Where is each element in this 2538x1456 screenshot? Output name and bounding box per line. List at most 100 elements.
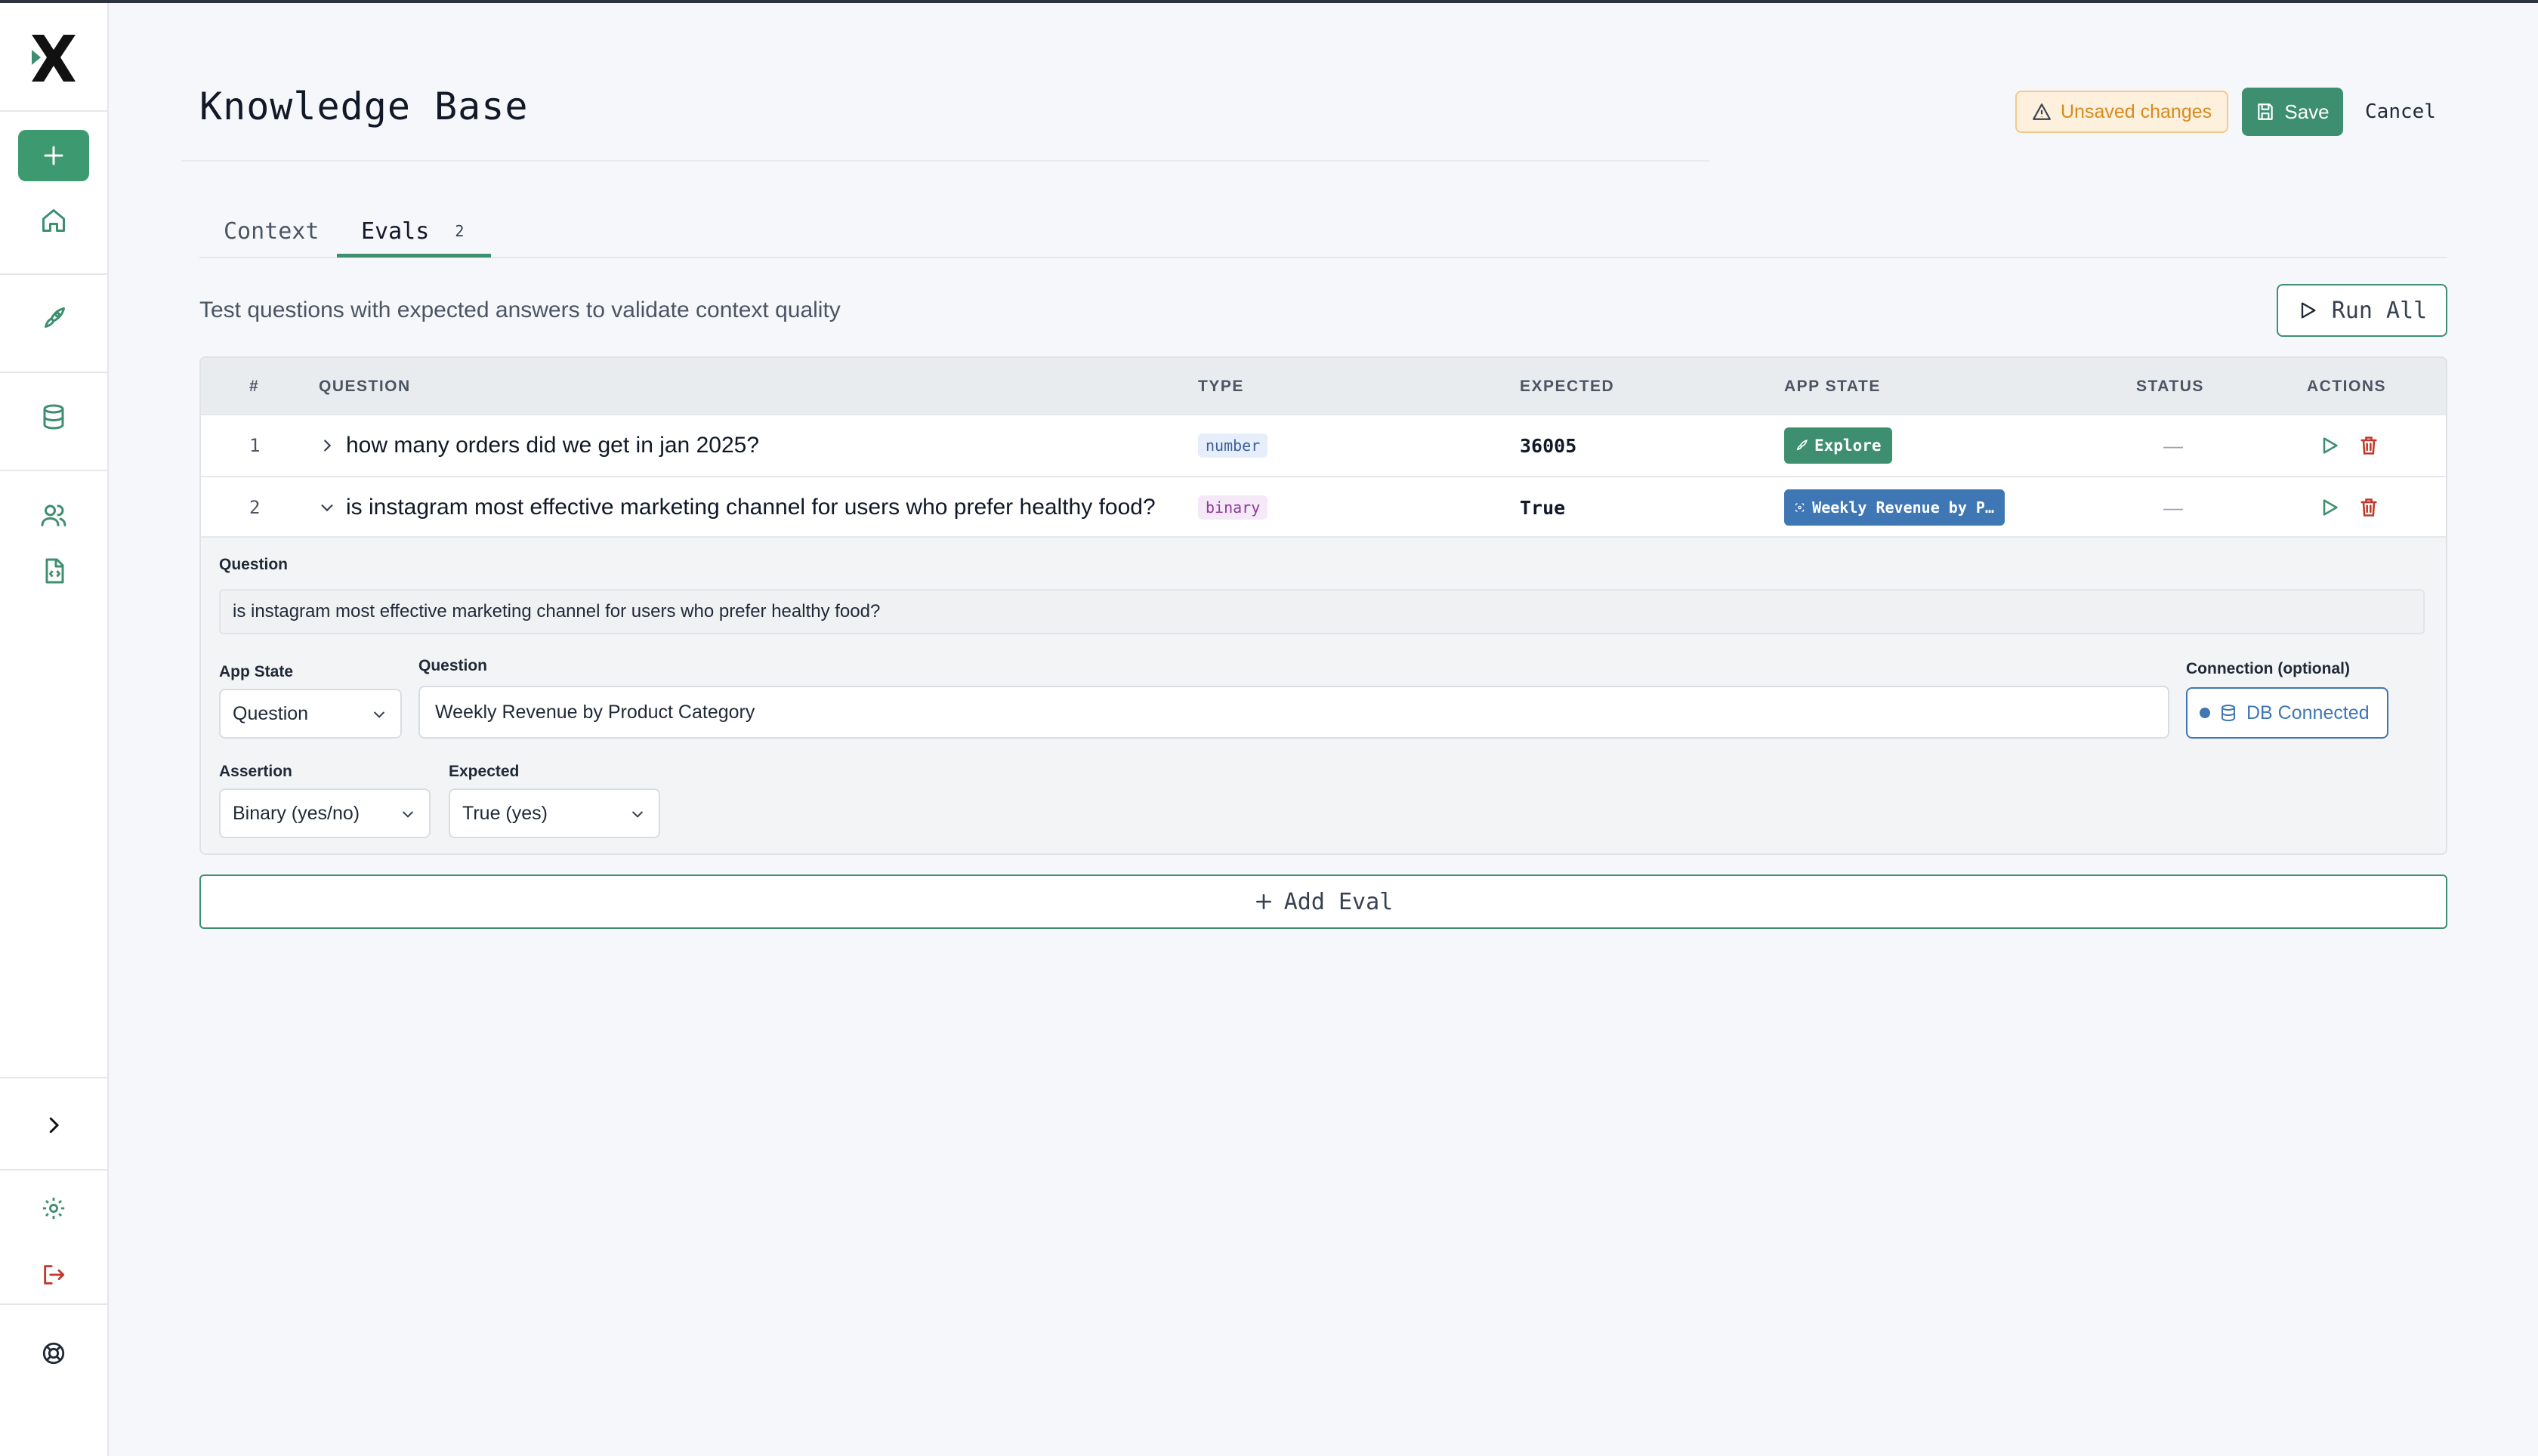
expand-toggle[interactable] (319, 477, 335, 538)
code-file-icon[interactable] (36, 553, 72, 589)
users-icon[interactable] (36, 497, 72, 533)
trash-icon (2360, 436, 2377, 455)
col-app-state: APP STATE (1784, 378, 1881, 395)
play-icon (2301, 302, 2316, 319)
row-question: how many orders did we get in jan 2025? (346, 433, 760, 458)
play-icon (2323, 499, 2338, 516)
chart-icon (1795, 503, 1805, 512)
new-button[interactable] (18, 130, 89, 181)
connection-label: Connection (optional) (2186, 660, 2350, 677)
run-eval-button[interactable] (2319, 415, 2340, 476)
run-all-button[interactable]: Run All (2277, 284, 2447, 337)
tab-evals-label: Evals (361, 217, 430, 245)
chevron-down-icon (403, 811, 413, 818)
logout-icon[interactable] (36, 1257, 72, 1293)
table-header: # QUESTION TYPE EXPECTED APP STATE STATU… (201, 358, 2446, 414)
col-actions: ACTIONS (2307, 378, 2386, 395)
chevron-right-icon[interactable] (36, 1107, 72, 1143)
question-textarea[interactable]: is instagram most effective marketing ch… (219, 589, 2425, 634)
expand-toggle[interactable] (319, 415, 335, 476)
app-state-explore-button[interactable]: Explore (1784, 427, 1892, 464)
app-state-label: Weekly Revenue by P… (1812, 498, 1994, 517)
app-state-value: Question (233, 702, 309, 724)
tab-context[interactable]: Context (224, 205, 319, 257)
logo-icon[interactable] (27, 32, 80, 85)
sidebar-divider (0, 1169, 107, 1171)
evals-table: # QUESTION TYPE EXPECTED APP STATE STATU… (199, 356, 2447, 855)
sidebar (0, 3, 109, 1456)
evals-description: Test questions with expected answers to … (199, 298, 841, 322)
assertion-select[interactable]: Binary (yes/no) (219, 788, 431, 838)
sidebar-divider (0, 1303, 107, 1305)
tabs-divider (199, 257, 2447, 258)
tab-evals-count: 2 (455, 222, 465, 240)
type-badge: binary (1198, 495, 1268, 520)
expected-value: True (yes) (462, 802, 548, 824)
expected-label: Expected (449, 763, 520, 780)
tab-evals[interactable]: Evals 2 (337, 205, 491, 257)
question-label: Question (219, 556, 289, 573)
type-badge: number (1198, 433, 1268, 458)
eval-editor: Question is instagram most effective mar… (201, 536, 2446, 853)
active-tab-indicator (337, 254, 491, 258)
delete-eval-button[interactable] (2358, 477, 2379, 538)
connection-button[interactable]: DB Connected (2186, 687, 2388, 739)
cancel-button[interactable]: Cancel (2352, 88, 2449, 136)
app-state-question-button[interactable]: Weekly Revenue by P… (1784, 489, 2005, 526)
warning-icon (2033, 103, 2051, 120)
rocket-icon[interactable] (36, 301, 72, 337)
col-number: # (249, 378, 260, 395)
row-status: — (2163, 433, 2183, 457)
play-icon (2323, 437, 2338, 454)
col-question: QUESTION (319, 378, 411, 395)
top-border (0, 0, 2538, 3)
chevron-down-icon (374, 711, 384, 718)
add-eval-label: Add Eval (1283, 888, 1394, 915)
database-icon[interactable] (36, 399, 72, 435)
save-icon (2258, 103, 2274, 120)
gear-icon[interactable] (36, 1190, 72, 1226)
row-question: is instagram most effective marketing ch… (346, 495, 1156, 520)
tab-context-label: Context (224, 217, 320, 245)
app-state-label: App State (219, 663, 294, 680)
chevron-down-icon (321, 504, 333, 512)
target-question-input[interactable]: Weekly Revenue by Product Category (418, 686, 2169, 739)
assertion-value: Binary (yes/no) (233, 802, 360, 824)
chevron-right-icon (324, 440, 332, 452)
assertion-label: Assertion (219, 763, 292, 780)
plus-icon (1255, 894, 1271, 909)
chevron-down-icon (632, 811, 643, 818)
sidebar-divider (0, 110, 107, 112)
row-expected: True (1520, 496, 1566, 519)
run-eval-button[interactable] (2319, 477, 2340, 538)
col-type: TYPE (1198, 378, 1244, 395)
row-number: 2 (249, 497, 261, 518)
run-all-label: Run All (2331, 297, 2428, 324)
target-question-label: Question (418, 657, 488, 674)
sidebar-divider (0, 273, 107, 275)
expected-select[interactable]: True (yes) (449, 788, 660, 838)
save-label: Save (2284, 100, 2330, 123)
col-expected: EXPECTED (1520, 378, 1615, 395)
page-title: Knowledge Base (199, 85, 529, 128)
delete-eval-button[interactable] (2358, 415, 2379, 476)
sidebar-divider (0, 1077, 107, 1078)
status-dot (2200, 708, 2210, 718)
table-row[interactable]: 1 how many orders did we get in jan 2025… (201, 414, 2446, 476)
row-number: 1 (249, 435, 261, 456)
sidebar-divider (0, 372, 107, 373)
help-icon[interactable] (36, 1335, 72, 1371)
header-divider (181, 160, 1710, 162)
save-button[interactable]: Save (2242, 88, 2343, 136)
table-row[interactable]: 2 is instagram most effective marketing … (201, 476, 2446, 538)
row-status: — (2163, 495, 2183, 519)
database-icon (2222, 705, 2235, 722)
plus-icon (44, 146, 63, 165)
add-eval-button[interactable]: Add Eval (199, 875, 2447, 929)
app-state-select[interactable]: Question (219, 689, 402, 739)
trash-icon (2360, 498, 2377, 517)
unsaved-label: Unsaved changes (2061, 100, 2212, 122)
connection-value: DB Connected (2246, 702, 2370, 723)
unsaved-badge: Unsaved changes (2015, 91, 2228, 133)
home-icon[interactable] (36, 202, 72, 239)
